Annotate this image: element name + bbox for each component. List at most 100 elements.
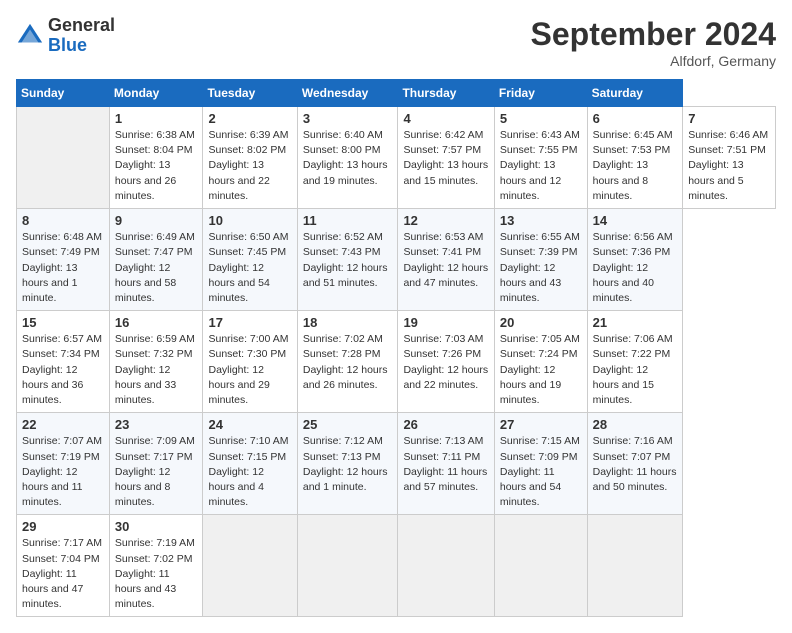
day-of-week-header: Tuesday	[203, 80, 297, 107]
calendar-cell: 14Sunrise: 6:56 AM Sunset: 7:36 PM Dayli…	[587, 209, 683, 311]
day-info: Sunrise: 7:19 AM Sunset: 7:02 PM Dayligh…	[115, 536, 198, 612]
logo-line1: General	[48, 16, 115, 36]
day-info: Sunrise: 6:50 AM Sunset: 7:45 PM Dayligh…	[208, 230, 291, 306]
calendar-cell: 21 Sunrise: 7:06 AM Sunset: 7:22 PM Dayli…	[587, 311, 683, 413]
calendar-cell: 28 Sunrise: 7:16 AM Sunset: 7:07 PM Dayli…	[587, 413, 683, 515]
day-number: 23	[115, 417, 198, 432]
calendar-cell: 12 Sunrise: 6:53 AM Sunset: 7:41 PM Dayli…	[398, 209, 494, 311]
calendar-cell: 22 Sunrise: 7:07 AM Sunset: 7:19 PM Dayli…	[17, 413, 110, 515]
day-number: 1	[115, 111, 198, 126]
day-number: 28	[593, 417, 678, 432]
calendar-cell: 6 Sunrise: 6:45 AM Sunset: 7:53 PM Daylig…	[587, 107, 683, 209]
logo-icon	[16, 22, 44, 50]
day-info: Sunrise: 6:48 AM Sunset: 7:49 PM Dayligh…	[22, 230, 104, 306]
day-number: 6	[593, 111, 678, 126]
calendar-cell: 10 Sunrise: 6:50 AM Sunset: 7:45 PM Dayli…	[203, 209, 297, 311]
day-number: 5	[500, 111, 582, 126]
day-info: Sunrise: 7:15 AM Sunset: 7:09 PM Dayligh…	[500, 434, 582, 510]
day-number: 20	[500, 315, 582, 330]
calendar-cell: 15Sunrise: 6:57 AM Sunset: 7:34 PM Dayli…	[17, 311, 110, 413]
day-info: Sunrise: 7:02 AM Sunset: 7:28 PM Dayligh…	[303, 332, 393, 393]
day-number: 22	[22, 417, 104, 432]
day-of-week-header: Thursday	[398, 80, 494, 107]
day-number: 4	[403, 111, 488, 126]
calendar-week-row: 1Sunrise: 6:38 AM Sunset: 8:04 PM Daylig…	[17, 107, 776, 209]
day-number: 12	[403, 213, 488, 228]
day-number: 16	[115, 315, 198, 330]
day-number: 17	[208, 315, 291, 330]
day-info: Sunrise: 7:07 AM Sunset: 7:19 PM Dayligh…	[22, 434, 104, 510]
calendar-cell	[587, 515, 683, 617]
calendar-cell: 18 Sunrise: 7:02 AM Sunset: 7:28 PM Dayli…	[297, 311, 398, 413]
calendar-cell: 5 Sunrise: 6:43 AM Sunset: 7:55 PM Daylig…	[494, 107, 587, 209]
logo: General Blue	[16, 16, 115, 56]
calendar-cell	[203, 515, 297, 617]
calendar-cell: 24 Sunrise: 7:10 AM Sunset: 7:15 PM Dayli…	[203, 413, 297, 515]
day-info: Sunrise: 7:13 AM Sunset: 7:11 PM Dayligh…	[403, 434, 488, 495]
calendar-cell	[17, 107, 110, 209]
calendar-cell: 30 Sunrise: 7:19 AM Sunset: 7:02 PM Dayli…	[109, 515, 203, 617]
day-of-week-header: Saturday	[587, 80, 683, 107]
calendar-cell	[398, 515, 494, 617]
calendar-cell: 1Sunrise: 6:38 AM Sunset: 8:04 PM Daylig…	[109, 107, 203, 209]
day-info: Sunrise: 6:45 AM Sunset: 7:53 PM Dayligh…	[593, 128, 678, 204]
day-of-week-header: Sunday	[17, 80, 110, 107]
day-number: 30	[115, 519, 198, 534]
day-number: 29	[22, 519, 104, 534]
day-number: 24	[208, 417, 291, 432]
calendar-cell	[494, 515, 587, 617]
calendar-cell: 25Sunrise: 7:12 AM Sunset: 7:13 PM Dayli…	[297, 413, 398, 515]
day-info: Sunrise: 6:52 AM Sunset: 7:43 PM Dayligh…	[303, 230, 393, 291]
day-info: Sunrise: 6:49 AM Sunset: 7:47 PM Dayligh…	[115, 230, 198, 306]
calendar-week-row: 8 Sunrise: 6:48 AM Sunset: 7:49 PM Daylig…	[17, 209, 776, 311]
day-info: Sunrise: 7:00 AM Sunset: 7:30 PM Dayligh…	[208, 332, 291, 408]
calendar-table: SundayMondayTuesdayWednesdayThursdayFrid…	[16, 79, 776, 617]
day-number: 18	[303, 315, 393, 330]
day-info: Sunrise: 7:10 AM Sunset: 7:15 PM Dayligh…	[208, 434, 291, 510]
page-header: General Blue September 2024 Alfdorf, Ger…	[16, 16, 776, 69]
day-of-week-header: Monday	[109, 80, 203, 107]
calendar-cell: 7 Sunrise: 6:46 AM Sunset: 7:51 PM Daylig…	[683, 107, 776, 209]
day-info: Sunrise: 7:06 AM Sunset: 7:22 PM Dayligh…	[593, 332, 678, 408]
day-number: 25	[303, 417, 393, 432]
logo-line2: Blue	[48, 36, 115, 56]
location: Alfdorf, Germany	[531, 53, 776, 69]
day-info: Sunrise: 7:05 AM Sunset: 7:24 PM Dayligh…	[500, 332, 582, 408]
calendar-cell: 27 Sunrise: 7:15 AM Sunset: 7:09 PM Dayli…	[494, 413, 587, 515]
day-number: 21	[593, 315, 678, 330]
day-number: 10	[208, 213, 291, 228]
day-number: 11	[303, 213, 393, 228]
day-number: 9	[115, 213, 198, 228]
day-info: Sunrise: 6:42 AM Sunset: 7:57 PM Dayligh…	[403, 128, 488, 189]
day-number: 3	[303, 111, 393, 126]
day-info: Sunrise: 7:09 AM Sunset: 7:17 PM Dayligh…	[115, 434, 198, 510]
month-title: September 2024	[531, 16, 776, 53]
calendar-week-row: 29Sunrise: 7:17 AM Sunset: 7:04 PM Dayli…	[17, 515, 776, 617]
day-number: 7	[688, 111, 770, 126]
day-info: Sunrise: 6:43 AM Sunset: 7:55 PM Dayligh…	[500, 128, 582, 204]
day-info: Sunrise: 6:39 AM Sunset: 8:02 PM Dayligh…	[208, 128, 291, 204]
day-info: Sunrise: 7:03 AM Sunset: 7:26 PM Dayligh…	[403, 332, 488, 393]
day-info: Sunrise: 6:57 AM Sunset: 7:34 PM Dayligh…	[22, 332, 104, 408]
day-number: 19	[403, 315, 488, 330]
calendar-cell: 9 Sunrise: 6:49 AM Sunset: 7:47 PM Daylig…	[109, 209, 203, 311]
day-info: Sunrise: 6:59 AM Sunset: 7:32 PM Dayligh…	[115, 332, 198, 408]
day-number: 26	[403, 417, 488, 432]
calendar-cell: 3Sunrise: 6:40 AM Sunset: 8:00 PM Daylig…	[297, 107, 398, 209]
calendar-cell: 19 Sunrise: 7:03 AM Sunset: 7:26 PM Dayli…	[398, 311, 494, 413]
day-info: Sunrise: 6:53 AM Sunset: 7:41 PM Dayligh…	[403, 230, 488, 291]
day-number: 8	[22, 213, 104, 228]
day-of-week-header: Wednesday	[297, 80, 398, 107]
calendar-cell: 4 Sunrise: 6:42 AM Sunset: 7:57 PM Daylig…	[398, 107, 494, 209]
calendar-week-row: 22 Sunrise: 7:07 AM Sunset: 7:19 PM Dayli…	[17, 413, 776, 515]
day-info: Sunrise: 7:16 AM Sunset: 7:07 PM Dayligh…	[593, 434, 678, 495]
title-block: September 2024 Alfdorf, Germany	[531, 16, 776, 69]
calendar-cell	[297, 515, 398, 617]
calendar-cell: 29Sunrise: 7:17 AM Sunset: 7:04 PM Dayli…	[17, 515, 110, 617]
day-number: 27	[500, 417, 582, 432]
calendar-cell: 20 Sunrise: 7:05 AM Sunset: 7:24 PM Dayli…	[494, 311, 587, 413]
day-number: 13	[500, 213, 582, 228]
calendar-cell: 13Sunrise: 6:55 AM Sunset: 7:39 PM Dayli…	[494, 209, 587, 311]
day-info: Sunrise: 6:56 AM Sunset: 7:36 PM Dayligh…	[593, 230, 678, 306]
day-info: Sunrise: 6:46 AM Sunset: 7:51 PM Dayligh…	[688, 128, 770, 204]
